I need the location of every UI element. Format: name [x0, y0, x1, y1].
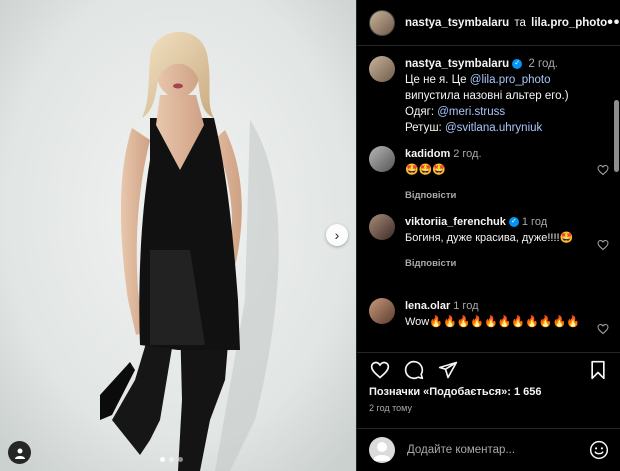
mention-link[interactable]: @svitlana.uhryniuk [445, 122, 542, 134]
post-side-panel: nastya_tsymbalaru та lila.pro_photo ••• … [356, 0, 620, 471]
comments-list[interactable]: nastya_tsymbalaru ✓ 2 год. Це не я. Це @l… [357, 46, 620, 351]
heart-icon[interactable] [597, 164, 609, 176]
more-icon[interactable]: ••• [607, 14, 620, 32]
collaborator-username[interactable]: lila.pro_photo [531, 17, 607, 29]
mention-link[interactable]: @lila.pro_photo [470, 74, 551, 86]
next-slide-button[interactable]: › [326, 224, 348, 246]
heart-icon[interactable] [597, 239, 609, 251]
post-media: › [0, 0, 356, 471]
heart-icon [370, 361, 390, 379]
comments-scrollbar[interactable] [614, 100, 619, 172]
post-timestamp[interactable]: 2 год тому [369, 403, 412, 413]
post-actions [357, 352, 620, 386]
user-tag-button[interactable] [8, 441, 31, 464]
comment-time[interactable]: 1 год [453, 300, 478, 312]
comment-button[interactable] [403, 359, 425, 381]
comment-text: Богиня, дуже красива, дуже!!!!🤩 [405, 232, 574, 244]
comment-username[interactable]: viktoriia_ferenchuk [405, 216, 506, 228]
caption-text: Це не я. Це @lila.pro_photo випустила на… [405, 74, 569, 102]
carousel-dot [160, 457, 165, 462]
comment-item: viktoriia_ferenchuk ✓ 1 год Богиня, дуже к… [369, 214, 605, 272]
commenter-avatar[interactable] [369, 146, 395, 172]
caption-time[interactable]: 2 год. [528, 58, 558, 70]
user-icon [373, 442, 391, 461]
caption: nastya_tsymbalaru ✓ 2 год. Це не я. Це @l… [369, 56, 605, 136]
chevron-right-icon: › [334, 227, 340, 243]
caption-outfit: Одяг: @meri.struss [405, 106, 506, 118]
commenter-avatar[interactable] [369, 298, 395, 324]
bookmark-icon [591, 360, 605, 379]
post-header: nastya_tsymbalaru та lila.pro_photo ••• [357, 0, 620, 46]
like-button[interactable] [369, 359, 391, 381]
caption-avatar[interactable] [369, 56, 395, 82]
comment-text: 🤩🤩🤩 [405, 164, 447, 176]
current-user-avatar [369, 437, 395, 463]
post-photo [0, 0, 356, 471]
caption-username[interactable]: nastya_tsymbalaru [405, 58, 509, 70]
user-tag-icon [14, 448, 25, 459]
comment-time[interactable]: 2 год. [453, 148, 481, 160]
comment-text: Wow🔥🔥🔥🔥🔥🔥🔥🔥🔥🔥🔥 [405, 316, 580, 328]
carousel-dot [169, 457, 174, 462]
author-joiner: та [514, 16, 526, 29]
verified-icon: ✓ [512, 58, 523, 69]
save-button[interactable] [587, 359, 609, 381]
share-button[interactable] [437, 359, 459, 381]
comment-item: lena.olar 1 год Wow🔥🔥🔥🔥🔥🔥🔥🔥🔥🔥🔥 [369, 298, 605, 330]
post-authors: nastya_tsymbalaru та lila.pro_photo [405, 17, 607, 29]
commenter-avatar[interactable] [369, 214, 395, 240]
comment-time[interactable]: 1 год [522, 216, 547, 228]
caption-retouch: Ретуш: @svitlana.uhryniuk [405, 122, 543, 134]
author-username[interactable]: nastya_tsymbalaru [405, 17, 509, 29]
author-avatar[interactable] [369, 9, 395, 36]
mention-link[interactable]: @meri.struss [437, 106, 505, 118]
reply-button[interactable]: Відповісти [405, 256, 580, 272]
comment-icon [404, 360, 424, 379]
verified-icon: ✓ [508, 217, 519, 228]
paper-plane-icon [438, 361, 458, 378]
carousel-indicator [160, 457, 183, 462]
comment-item: kadidom 2 год. 🤩🤩🤩 Відповісти [369, 146, 605, 204]
carousel-dot [178, 457, 183, 462]
comment-username[interactable]: lena.olar [405, 300, 450, 312]
comment-input[interactable] [407, 444, 577, 456]
likes-count[interactable]: Позначки «Подобається»: 1 656 [369, 386, 541, 398]
comment-username[interactable]: kadidom [405, 148, 450, 160]
emoji-icon[interactable] [589, 440, 609, 460]
comment-composer [357, 428, 620, 471]
heart-icon[interactable] [597, 323, 609, 335]
reply-button[interactable]: Відповісти [405, 188, 580, 204]
